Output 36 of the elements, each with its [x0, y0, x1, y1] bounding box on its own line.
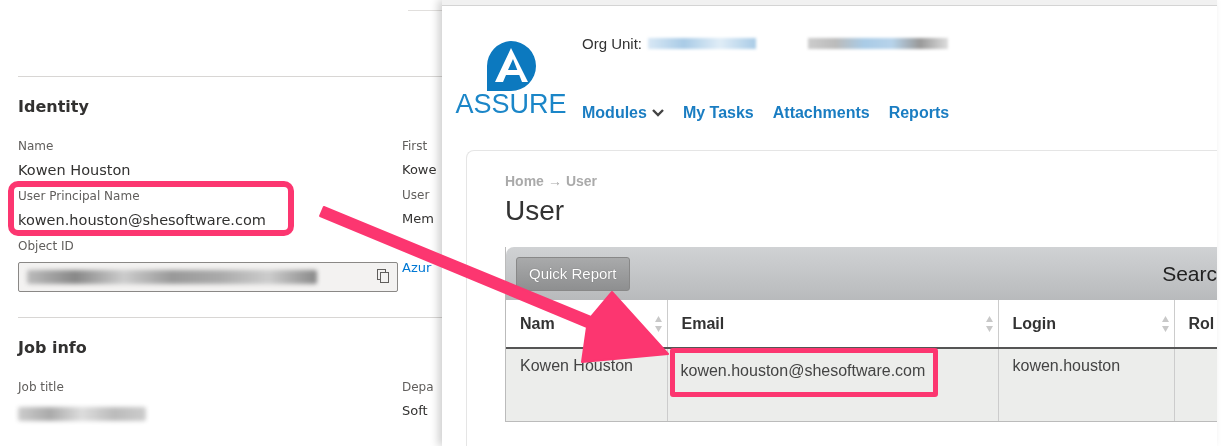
breadcrumb-link[interactable]: User	[565, 173, 598, 189]
field-label: Depa	[402, 380, 434, 394]
breadcrumb-link[interactable]: Home	[505, 173, 544, 189]
nav-link[interactable]: My Tasks	[682, 104, 754, 122]
chevron-down-icon	[651, 109, 664, 117]
column-header[interactable]: Login	[1012, 314, 1057, 332]
table-cell: kowen.houston	[998, 348, 1174, 422]
field-label: Job title	[18, 380, 65, 394]
nav-link[interactable]: Reports	[888, 104, 950, 122]
org-unit-label: Org Unit:	[582, 35, 642, 52]
quick-report-button[interactable]: Quick Report	[516, 256, 630, 291]
page-title: User	[505, 195, 566, 227]
field-value: kowen.houston@shesoftware.com	[18, 212, 266, 228]
section-heading: Job info	[18, 338, 88, 357]
column-header[interactable]: Rol	[1188, 314, 1215, 332]
link[interactable]: Azur	[402, 260, 432, 275]
logo-text: ASSURE	[455, 89, 567, 120]
field-value: Kowen Houston	[18, 162, 131, 178]
nav-link[interactable]: Modules	[582, 104, 664, 122]
field-label: Object ID	[18, 239, 75, 253]
table-cell: kowen.houston@shesoftware.com	[680, 362, 926, 379]
search-label: Searc	[1162, 261, 1217, 286]
breadcrumb-separator: →	[547, 173, 562, 189]
table-cell: Kowen Houston	[506, 348, 667, 422]
field-value: Kowe	[402, 162, 437, 177]
field-label: First	[402, 139, 429, 153]
column-header[interactable]: Email	[681, 314, 725, 332]
section-heading: Identity	[18, 97, 90, 116]
logo-icon	[484, 40, 538, 92]
column-header[interactable]: Nam	[520, 314, 555, 332]
field-value: Soft	[402, 403, 429, 418]
field-value: Mem	[402, 211, 434, 226]
nav-link[interactable]: Attachments	[772, 104, 870, 122]
field-label: User	[402, 188, 431, 202]
field-label: Name	[18, 139, 55, 153]
field-label: User Principal Name	[18, 189, 141, 203]
